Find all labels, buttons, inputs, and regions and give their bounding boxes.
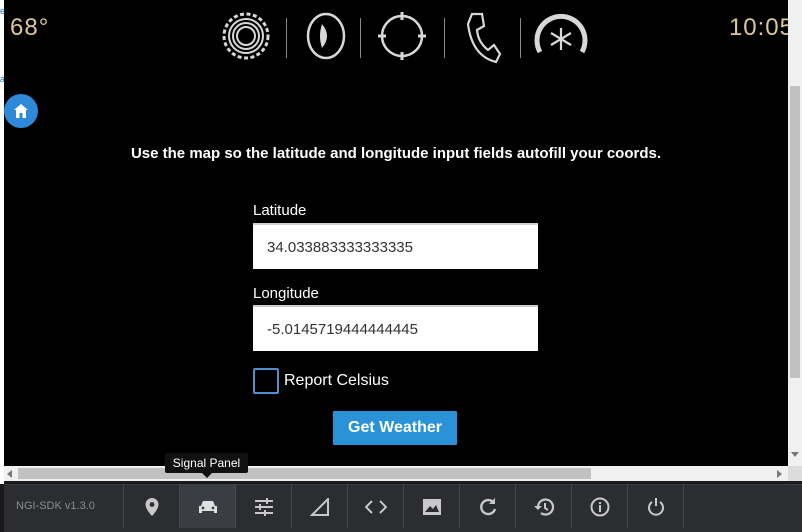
history-icon[interactable] [515,485,572,528]
horizontal-scrollbar[interactable] [4,466,788,481]
toolbar-divider [683,485,684,528]
separator [444,18,445,58]
navigation-icon[interactable] [376,10,428,67]
horizontal-scroll-thumb[interactable] [18,468,591,479]
vertical-scroll-thumb[interactable] [790,86,800,378]
signal-panel-tooltip: Signal Panel [165,453,248,478]
app-window: 68° 10:05 Use the map so the latitude an… [4,0,788,466]
vertical-scrollbar[interactable] [788,0,802,466]
code-icon[interactable] [347,485,404,528]
home-icon [14,104,28,118]
signal-triangle-icon[interactable] [291,485,348,528]
temperature-readout: 68° [10,14,50,41]
audio-media-icon[interactable] [304,10,348,67]
latitude-label: Latitude [253,202,307,219]
phone-icon[interactable] [462,10,502,71]
location-pin-icon[interactable] [123,485,180,528]
image-icon[interactable] [403,485,460,528]
scroll-down-arrow-icon[interactable] [791,452,799,457]
refresh-icon[interactable] [459,485,516,528]
home-button[interactable] [4,94,38,128]
clock-readout: 10:05 [728,14,788,41]
info-icon[interactable] [571,485,628,528]
scrollbar-corner [788,466,802,481]
latitude-input[interactable] [253,223,538,269]
status-bar: 68° 10:05 [4,0,788,72]
separator [520,18,521,58]
separator [360,18,361,58]
report-celsius-label: Report Celsius [284,372,389,389]
instruction-text: Use the map so the latitude and longitud… [130,145,662,162]
scroll-right-arrow-icon[interactable] [777,470,782,478]
sliders-icon[interactable] [235,485,292,528]
longitude-label: Longitude [253,285,319,302]
report-celsius-checkbox[interactable] [253,368,279,394]
sdk-toolbar: NGI-SDK v1.3.0 [4,484,802,532]
separator [286,18,287,58]
settings-gear-icon[interactable] [220,10,272,67]
scroll-left-arrow-icon[interactable] [7,470,12,478]
car-icon[interactable] [179,485,236,528]
get-weather-button[interactable]: Get Weather [333,411,457,445]
longitude-input[interactable] [253,305,538,351]
climate-fan-icon[interactable] [532,10,590,67]
sdk-version-label: NGI-SDK v1.3.0 [16,500,95,512]
power-icon[interactable] [627,485,684,528]
